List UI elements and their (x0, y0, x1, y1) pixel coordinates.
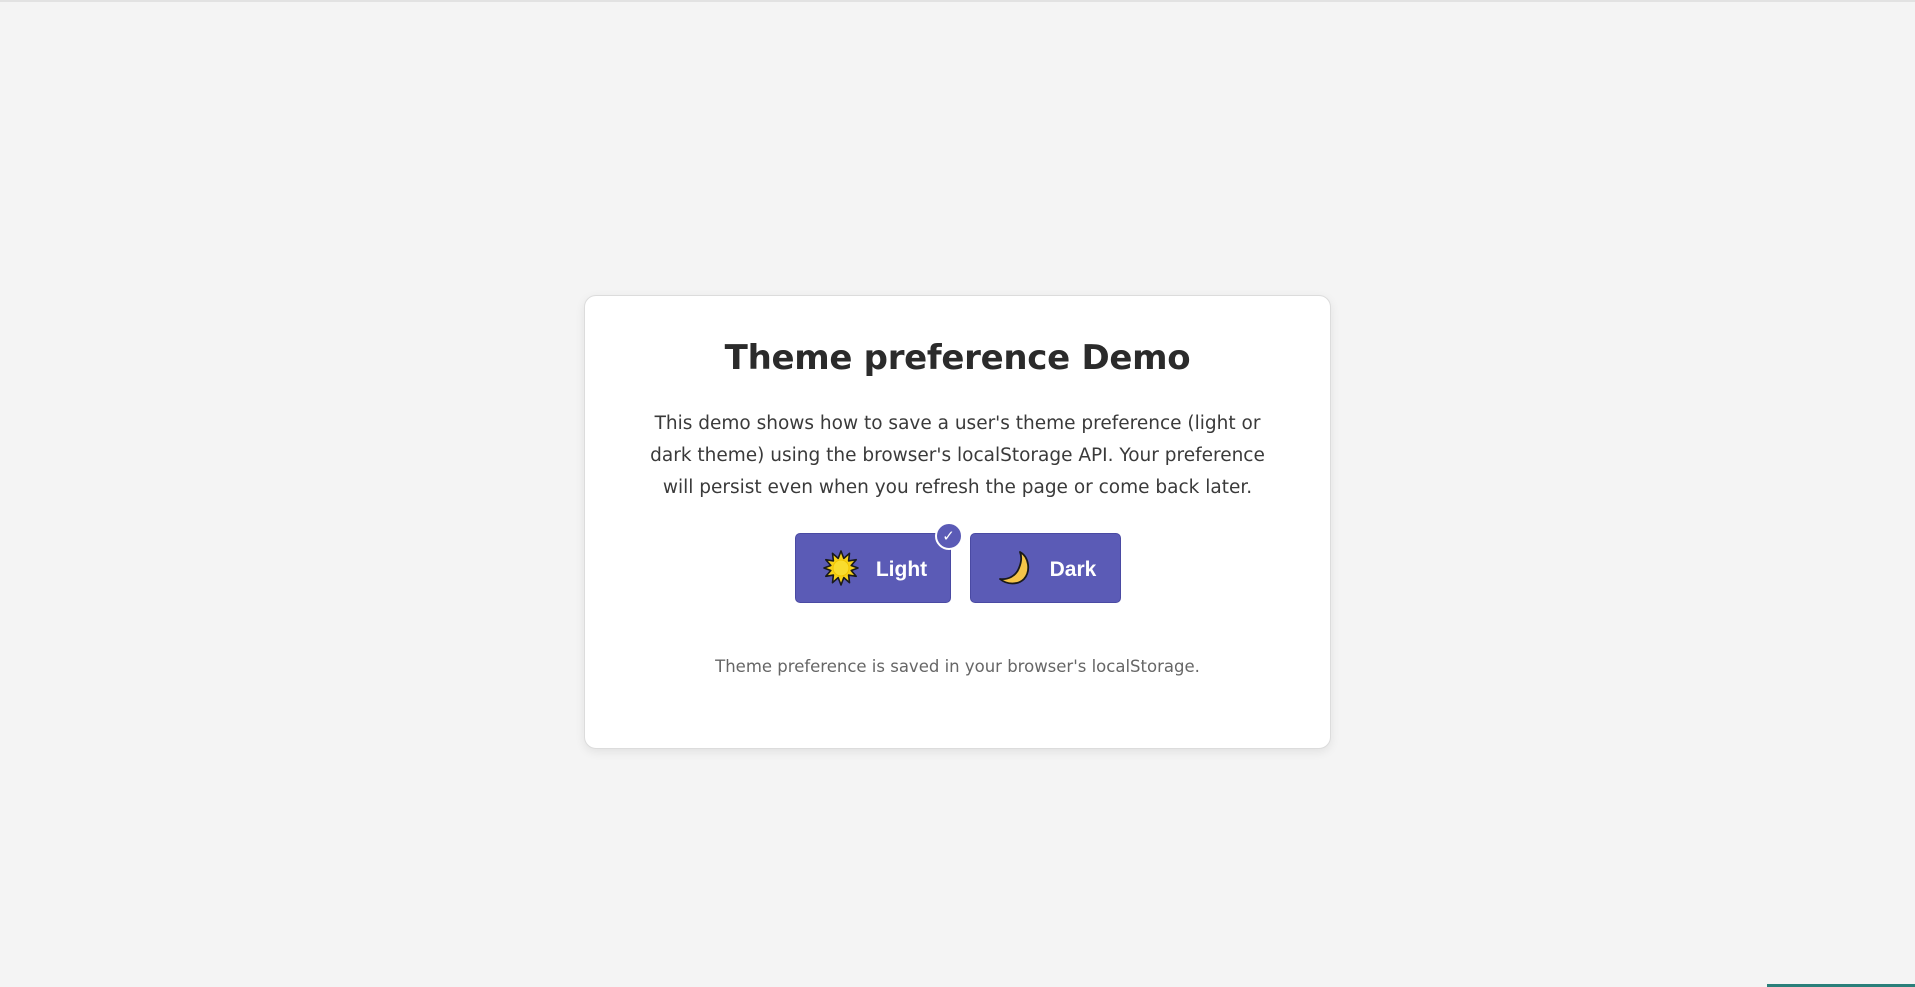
theme-demo-card: Theme preference Demo This demo shows ho… (584, 295, 1331, 749)
sun-icon (822, 549, 860, 587)
selected-check-icon: ✓ (934, 522, 963, 550)
dark-theme-label: Dark (1049, 558, 1097, 581)
theme-button-group: Light ✓ Dark (585, 522, 1330, 603)
top-border (0, 0, 1915, 2)
light-theme-label: Light (875, 558, 928, 581)
demo-description: This demo shows how to save a user's the… (650, 413, 1265, 498)
crescent-moon-icon (996, 549, 1034, 587)
storage-footnote: Theme preference is saved in your browse… (715, 657, 1200, 676)
page-title: Theme preference Demo (724, 338, 1191, 378)
light-theme-button[interactable]: Light ✓ (794, 522, 963, 603)
dark-theme-button[interactable]: Dark (969, 533, 1121, 603)
